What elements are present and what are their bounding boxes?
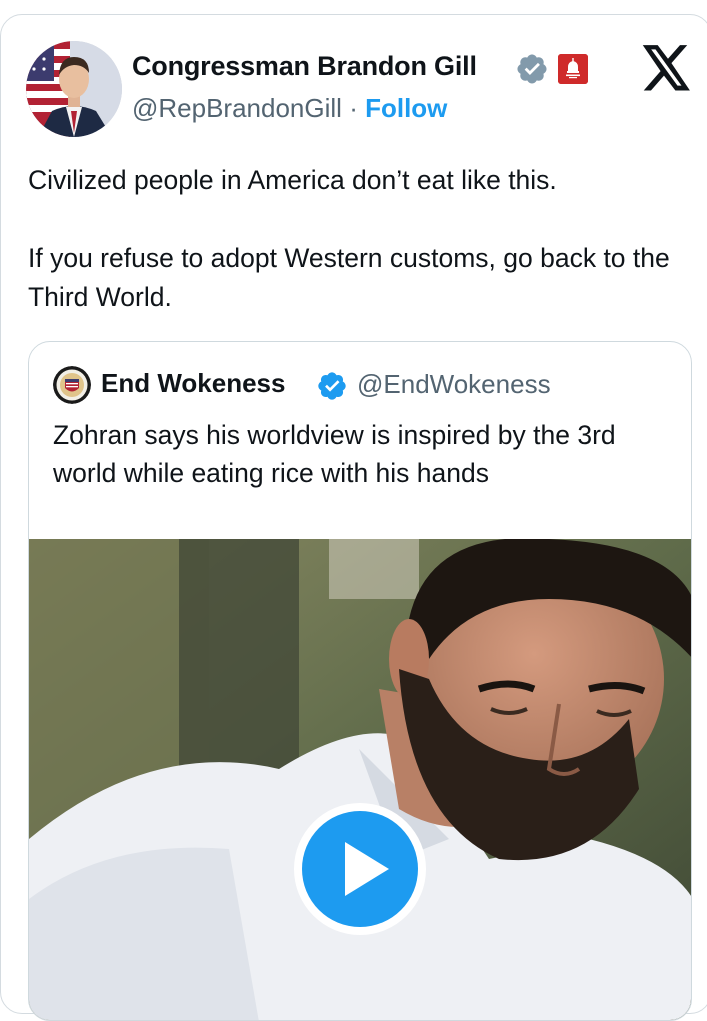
author-handle-row: @RepBrandonGill · Follow bbox=[132, 93, 447, 124]
tweet-text-line-2: If you refuse to adopt Western customs, … bbox=[28, 243, 670, 312]
tweet-body: Civilized people in America don’t eat li… bbox=[28, 161, 688, 317]
tweet-card[interactable]: Congressman Brandon Gill @RepBrandonGill… bbox=[0, 14, 707, 1021]
follow-button[interactable]: Follow bbox=[365, 93, 447, 123]
quoted-author-avatar[interactable] bbox=[53, 366, 91, 404]
quoted-author-name[interactable]: End Wokeness bbox=[101, 368, 285, 399]
author-avatar[interactable] bbox=[26, 41, 122, 137]
seal-avatar-icon bbox=[53, 366, 91, 404]
author-name[interactable]: Congressman Brandon Gill bbox=[132, 51, 477, 82]
government-affiliation-icon bbox=[558, 54, 588, 84]
tweet-text-line-1: Civilized people in America don’t eat li… bbox=[28, 165, 557, 195]
quoted-verified-badge-icon bbox=[318, 372, 346, 400]
play-icon[interactable] bbox=[291, 800, 429, 938]
quoted-tweet-text: Zohran says his worldview is inspired by… bbox=[53, 420, 616, 488]
video-thumbnail[interactable] bbox=[29, 539, 691, 1020]
x-logo-icon[interactable] bbox=[642, 45, 692, 91]
author-handle[interactable]: @RepBrandonGill bbox=[132, 93, 342, 123]
quoted-author-handle[interactable]: @EndWokeness bbox=[357, 369, 551, 400]
verified-badge-icon bbox=[517, 54, 547, 84]
handle-separator: · bbox=[349, 93, 358, 123]
quoted-tweet[interactable]: End Wokeness @EndWokeness Zohran says hi… bbox=[28, 341, 692, 1021]
video-frame-image bbox=[29, 539, 691, 1020]
avatar-photo bbox=[26, 41, 122, 137]
